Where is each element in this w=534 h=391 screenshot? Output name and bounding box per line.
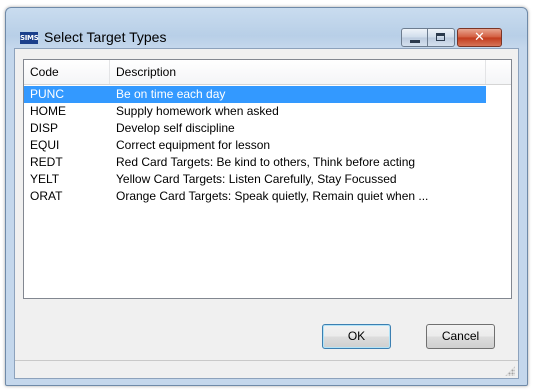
list-item[interactable]: DISP Develop self discipline [24, 120, 486, 137]
column-header-description[interactable]: Description [110, 60, 486, 84]
maximize-icon [436, 33, 445, 41]
window-title: Select Target Types [44, 29, 167, 45]
list-item-description: Develop self discipline [116, 121, 235, 135]
minimize-icon [410, 40, 420, 43]
list-rows: PUNC Be on time each day HOME Supply homewo… [24, 86, 511, 205]
list-item[interactable]: REDT Red Card Targets: Be kind to others,… [24, 154, 486, 171]
dialog-client-area: Code Description PUNC Be on time each day… [14, 48, 519, 379]
dialog-window: SIMS Select Target Types ✕ Code Descript… [5, 7, 528, 386]
resize-grip-icon[interactable] [505, 366, 515, 376]
list-item-code: REDT [30, 155, 63, 169]
column-header-code[interactable]: Code [24, 60, 110, 84]
target-types-list[interactable]: Code Description PUNC Be on time each day… [23, 59, 512, 299]
list-item[interactable]: HOME Supply homework when asked [24, 103, 486, 120]
maximize-button[interactable] [428, 28, 455, 47]
list-item-code: YELT [30, 172, 60, 186]
list-item[interactable]: PUNC Be on time each day [24, 86, 486, 103]
list-item-code: HOME [30, 104, 66, 118]
list-item-description: Supply homework when asked [116, 104, 279, 118]
list-item[interactable]: ORAT Orange Card Targets: Speak quietly, … [24, 188, 486, 205]
cancel-button[interactable]: Cancel [426, 324, 495, 349]
list-header: Code Description [24, 60, 511, 85]
minimize-button[interactable] [401, 28, 428, 47]
ok-button[interactable]: OK [322, 324, 391, 349]
list-item[interactable]: YELT Yellow Card Targets: Listen Carefull… [24, 171, 486, 188]
list-item-description: Red Card Targets: Be kind to others, Thi… [116, 155, 416, 169]
list-item-description: Correct equipment for lesson [116, 138, 271, 152]
list-item-description: Be on time each day [116, 87, 226, 101]
list-item-code: ORAT [30, 189, 63, 203]
list-item-description: Yellow Card Targets: Listen Carefully, S… [116, 172, 397, 186]
close-icon: ✕ [474, 30, 485, 45]
list-item-code: DISP [30, 121, 59, 135]
close-button[interactable]: ✕ [457, 28, 502, 47]
list-item-code: EQUI [30, 138, 60, 152]
list-item-description: Orange Card Targets: Speak quietly, Rema… [116, 189, 429, 203]
status-bar [15, 360, 518, 378]
sims-app-icon: SIMS [20, 32, 39, 44]
list-item[interactable]: EQUI Correct equipment for lesson [24, 137, 486, 154]
list-item-code: PUNC [30, 87, 65, 101]
title-bar[interactable]: SIMS Select Target Types ✕ [6, 8, 527, 48]
